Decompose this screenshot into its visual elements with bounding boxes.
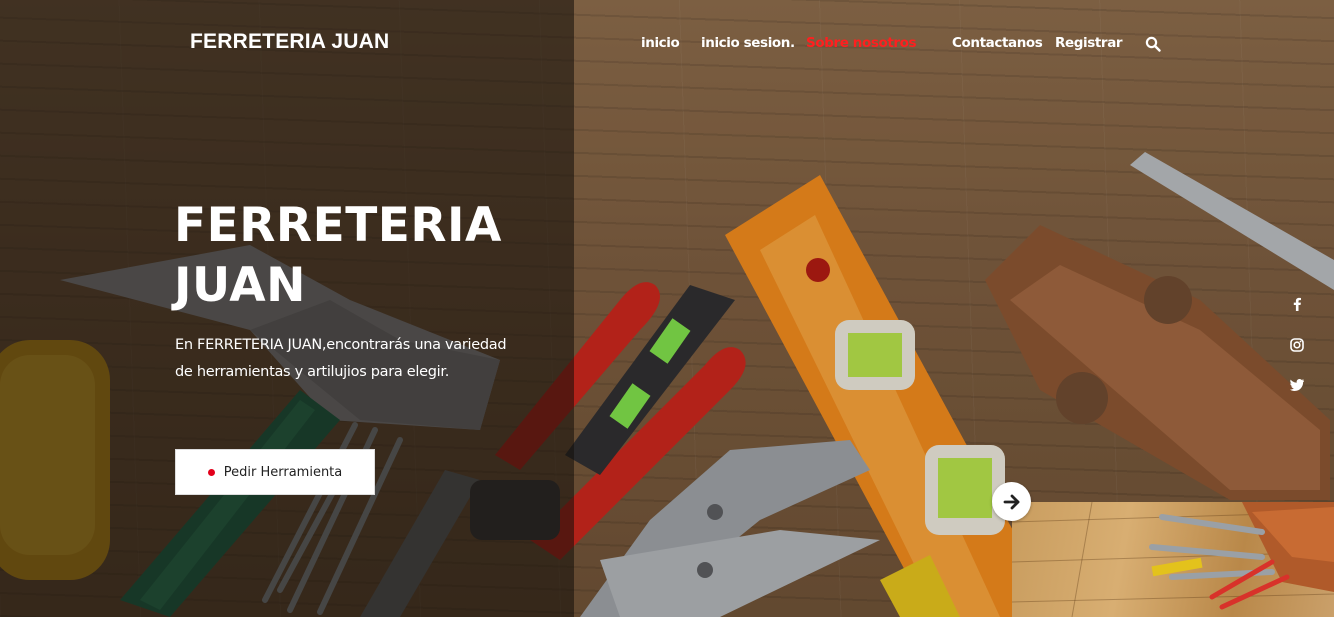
facebook-link[interactable] xyxy=(1288,295,1306,313)
arrow-right-icon xyxy=(1003,494,1019,509)
instagram-link[interactable] xyxy=(1288,336,1306,354)
facebook-icon xyxy=(1293,297,1301,311)
search-icon xyxy=(1145,36,1161,52)
next-slide-button[interactable] xyxy=(992,482,1031,521)
hero-description-line1: En FERRETERIA JUAN,encontrarás una varie… xyxy=(175,337,507,353)
pedir-herramienta-button[interactable]: Pedir Herramienta xyxy=(175,449,375,495)
hero-description: En FERRETERIA JUAN,encontrarás una varie… xyxy=(175,332,515,386)
hero-title-line1: FERRETERIA xyxy=(174,198,502,253)
instagram-icon xyxy=(1290,338,1304,352)
nav-link-inicio[interactable]: inicio xyxy=(641,35,680,51)
next-slide-thumbnail[interactable] xyxy=(1012,502,1334,617)
twitter-link[interactable] xyxy=(1288,376,1306,394)
tools-bag-thumbnail-image xyxy=(1012,502,1334,617)
hero-title: FERRETERIA JUAN xyxy=(174,196,504,316)
nav-link-contactanos[interactable]: Contactanos xyxy=(952,35,1043,51)
nav-link-registrar[interactable]: Registrar xyxy=(1055,35,1123,51)
red-dot-icon xyxy=(207,468,215,476)
nav-link-inicio-sesion[interactable]: inicio sesion. xyxy=(701,35,795,51)
twitter-icon xyxy=(1290,379,1304,391)
search-button[interactable] xyxy=(1145,36,1161,52)
hero-description-line2: de herramientas y artilujios para elegir… xyxy=(175,364,450,380)
nav-link-sobre-nosotros[interactable]: Sobre nosotros xyxy=(806,35,917,51)
site-logo[interactable]: FERRETERIA JUAN xyxy=(190,30,389,54)
hero-title-line2: JUAN xyxy=(174,258,306,313)
pedir-herramienta-label: Pedir Herramienta xyxy=(223,464,343,480)
